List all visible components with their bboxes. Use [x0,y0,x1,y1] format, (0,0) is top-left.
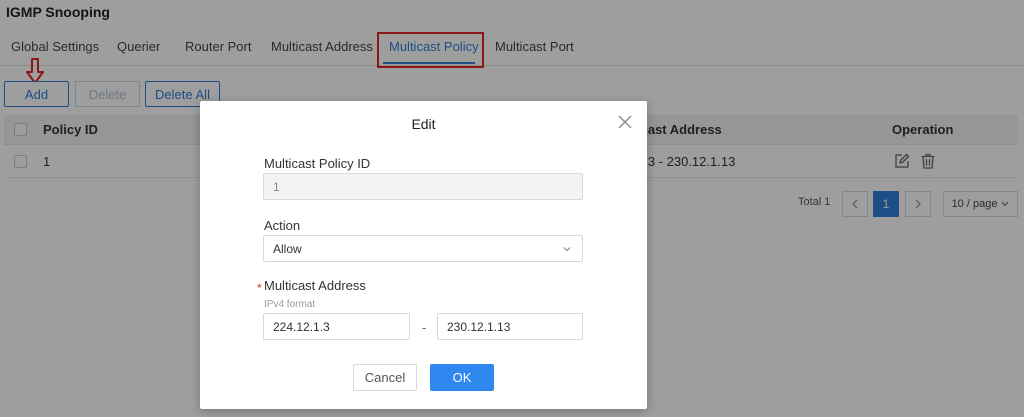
multicast-address-end-field[interactable]: 230.12.1.13 [437,313,583,340]
cancel-button[interactable]: Cancel [353,364,417,391]
ipv4-format-hint: IPv4 format [264,299,316,310]
chevron-down-icon [563,247,571,252]
policy-id-field: 1 [263,173,583,200]
policy-id-label: Multicast Policy ID [264,156,371,171]
action-select-value: Allow [273,241,302,256]
edit-dialog: Edit Multicast Policy ID 1 Action Allow … [200,101,647,409]
dialog-title: Edit [411,116,436,132]
action-select[interactable]: Allow [263,235,583,262]
multicast-address-start-field[interactable]: 224.12.1.3 [263,313,410,340]
close-icon[interactable] [618,115,632,129]
ok-button[interactable]: OK [430,364,494,391]
multicast-address-label: Multicast Address [264,278,366,293]
required-asterisk: * [257,281,262,295]
address-range-separator: - [422,320,427,335]
action-label: Action [264,218,301,233]
